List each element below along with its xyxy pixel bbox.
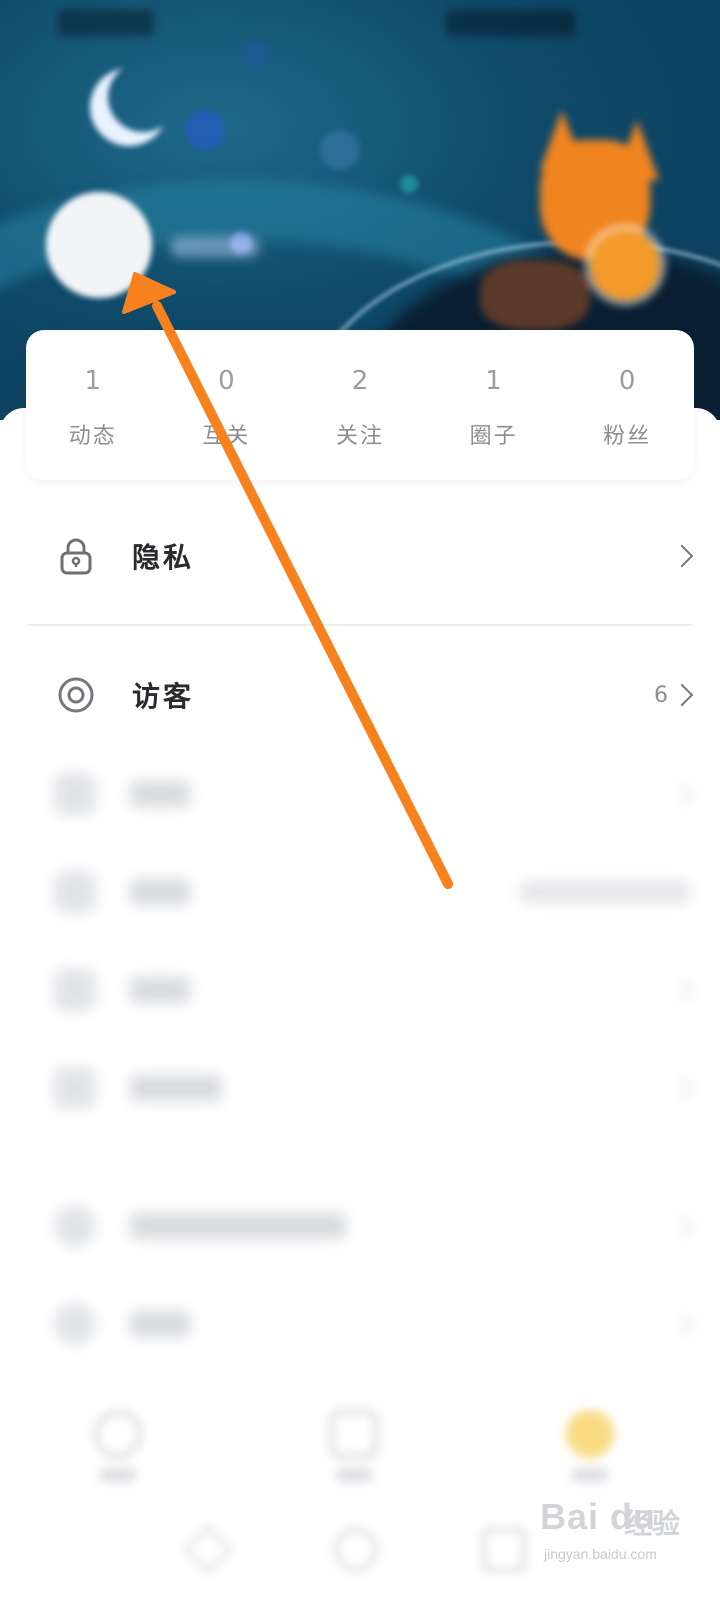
avatar[interactable] (46, 192, 152, 298)
watermark-suffix: 经验 (624, 1507, 681, 1540)
home-icon (330, 1410, 378, 1458)
fox-mascot-illustration (480, 110, 680, 330)
menu-item-visitors[interactable]: 访客 6 (0, 645, 720, 745)
home-nav-icon[interactable] (334, 1528, 378, 1572)
chevron-right-icon (669, 781, 694, 807)
stat-label: 互关 (202, 424, 251, 449)
blurred-label (130, 1213, 346, 1239)
back-icon[interactable] (183, 1525, 233, 1575)
stat-circles[interactable]: 1 圈子 (427, 330, 561, 480)
chevron-right-icon (670, 544, 694, 568)
menu-item-label: 隐私 (132, 541, 195, 574)
lock-icon (60, 538, 92, 575)
chevron-right-icon (669, 1213, 694, 1239)
menu-item-blurred[interactable] (0, 1038, 720, 1138)
stat-fans[interactable]: 0 粉丝 (560, 330, 694, 480)
stat-count: 1 (84, 366, 102, 396)
tab-label (336, 1468, 372, 1482)
watermark-url: jingyan.baidu.com (544, 1546, 657, 1562)
menu-item-blurred[interactable] (0, 744, 720, 844)
menu-item-blurred[interactable] (0, 842, 720, 942)
menu-icon (54, 871, 96, 913)
menu-icon (54, 773, 96, 815)
divider (28, 624, 692, 626)
tab-me[interactable] (550, 1410, 630, 1482)
blurred-label (130, 977, 190, 1003)
recents-icon[interactable] (482, 1528, 526, 1572)
blurred-label (130, 781, 190, 807)
tab-icon (94, 1410, 142, 1458)
menu-item-trailing: 6 (654, 682, 694, 708)
menu-item-blurred[interactable] (0, 940, 720, 1040)
eye-icon (58, 677, 94, 713)
stats-card: 1 动态 0 互关 2 关注 1 圈子 0 粉丝 (26, 330, 694, 480)
menu-item-label: 访客 (132, 680, 195, 713)
stat-count: 1 (485, 366, 502, 396)
tab-label (572, 1468, 608, 1482)
stat-following[interactable]: 2 关注 (293, 330, 427, 480)
moon-icon (108, 62, 178, 132)
stat-posts[interactable]: 1 动态 (26, 330, 160, 480)
stat-label: 圈子 (469, 424, 518, 449)
blurred-label (130, 879, 190, 905)
menu-icon (54, 1067, 96, 1109)
star-decoration (185, 110, 225, 150)
menu-item-privacy[interactable]: 隐私 (0, 506, 720, 606)
status-bar-indicators (446, 10, 576, 36)
star-decoration (240, 40, 270, 70)
stat-label: 粉丝 (603, 424, 652, 449)
tab-icon (566, 1410, 614, 1458)
bottom-tab-bar (0, 1390, 720, 1500)
star-decoration (400, 175, 418, 193)
status-bar-time (58, 10, 154, 36)
stat-count: 0 (218, 366, 235, 396)
chevron-right-icon (669, 977, 694, 1003)
stat-count: 2 (351, 366, 369, 396)
stat-label: 动态 (68, 424, 117, 449)
menu-item-blurred[interactable] (0, 1176, 720, 1276)
menu-icon (54, 1205, 96, 1247)
stat-label: 关注 (335, 424, 384, 449)
menu-item-blurred[interactable] (0, 1274, 720, 1374)
blurred-value (520, 881, 690, 903)
chevron-right-icon (670, 683, 694, 707)
stat-mutual[interactable]: 0 互关 (160, 330, 294, 480)
menu-icon (54, 969, 96, 1011)
username[interactable] (170, 236, 260, 258)
star-decoration (320, 130, 360, 170)
stat-count: 0 (618, 366, 636, 396)
chevron-right-icon (669, 1075, 694, 1101)
baidu-watermark: Bai du 经验 jingyan.baidu.com (540, 1488, 710, 1588)
chevron-right-icon (669, 1311, 694, 1337)
menu-item-trailing (670, 544, 694, 568)
tab-home[interactable] (314, 1410, 394, 1482)
tab-label (100, 1468, 136, 1482)
visitor-count: 6 (654, 682, 668, 708)
menu-icon (54, 1303, 96, 1345)
blurred-label (130, 1311, 190, 1337)
tab-left[interactable] (78, 1410, 158, 1482)
blurred-label (130, 1075, 222, 1101)
